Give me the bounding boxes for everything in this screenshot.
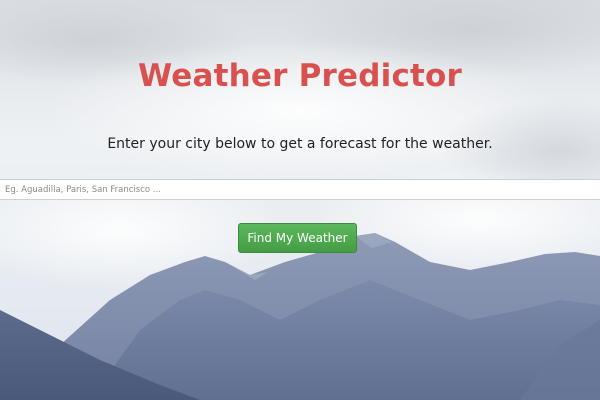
city-search-input[interactable] <box>0 179 600 200</box>
page-subtitle: Enter your city below to get a forecast … <box>107 136 493 152</box>
main-content: Weather Predictor Enter your city below … <box>0 0 600 400</box>
page-title: Weather Predictor <box>137 58 463 94</box>
find-my-weather-button[interactable]: Find My Weather <box>238 223 357 253</box>
